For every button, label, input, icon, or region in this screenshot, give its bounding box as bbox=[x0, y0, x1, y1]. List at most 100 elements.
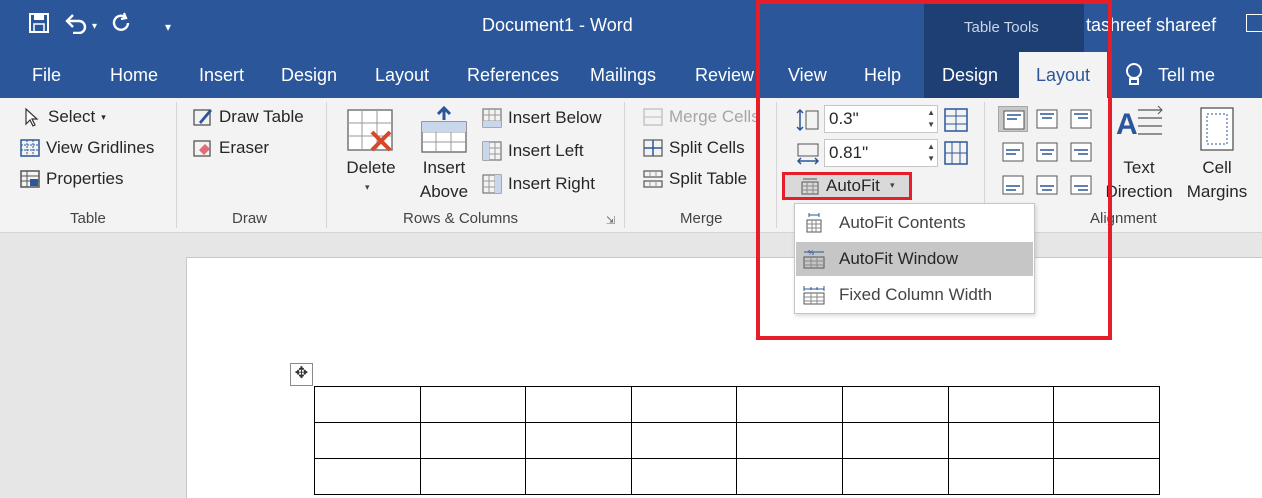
table-cell[interactable] bbox=[630, 458, 738, 495]
dialog-launcher-icon[interactable]: ⇲ bbox=[606, 214, 615, 227]
insert-below-button[interactable]: Insert Below bbox=[482, 108, 602, 128]
insert-above-icon bbox=[420, 105, 468, 156]
table-cell[interactable] bbox=[947, 386, 1055, 423]
table-cell[interactable] bbox=[1053, 458, 1160, 495]
table-move-handle-icon[interactable]: ✥ bbox=[290, 363, 313, 386]
spinner-arrows-icon[interactable]: ▲ ▼ bbox=[927, 141, 935, 165]
table-cell[interactable] bbox=[736, 458, 843, 495]
menu-item-autofit-contents[interactable]: AutoFit Contents bbox=[796, 206, 1033, 240]
table-cell[interactable] bbox=[630, 422, 738, 459]
align-center-right-icon[interactable] bbox=[1066, 139, 1096, 165]
window-control-icon[interactable] bbox=[1246, 14, 1262, 32]
distribute-columns-icon[interactable] bbox=[944, 141, 968, 165]
insert-above-label-1: Insert bbox=[422, 158, 466, 177]
table-cell[interactable] bbox=[1053, 422, 1160, 459]
tab-review[interactable]: Review bbox=[695, 65, 754, 86]
insert-left-label: Insert Left bbox=[508, 141, 584, 160]
svg-text:A: A bbox=[1116, 108, 1138, 141]
draw-table-button[interactable]: Draw Table bbox=[193, 107, 304, 127]
table-cell[interactable] bbox=[1053, 386, 1160, 423]
delete-button[interactable]: Delete bbox=[344, 156, 398, 180]
tab-layout[interactable]: Layout bbox=[375, 65, 429, 86]
customize-qat-icon[interactable]: ▾ bbox=[165, 14, 171, 40]
user-name[interactable]: tashreef shareef bbox=[1086, 15, 1216, 36]
table-cell[interactable] bbox=[419, 422, 527, 459]
cell-margins-button[interactable]: Cell Margins bbox=[1182, 156, 1252, 204]
document-table[interactable] bbox=[314, 386, 1160, 495]
table-cell[interactable] bbox=[841, 386, 949, 423]
align-top-left-icon[interactable] bbox=[998, 106, 1028, 132]
menu-item-fixed-column-width[interactable]: Fixed Column Width bbox=[796, 278, 1033, 312]
align-bottom-center-icon[interactable] bbox=[1032, 172, 1062, 198]
tab-view[interactable]: View bbox=[788, 65, 827, 86]
chevron-down-icon: ▾ bbox=[365, 182, 370, 192]
menu-item-label: AutoFit Contents bbox=[839, 213, 966, 232]
table-cell[interactable] bbox=[525, 422, 632, 459]
table-cell[interactable] bbox=[841, 458, 949, 495]
split-cells-label: Split Cells bbox=[669, 138, 745, 157]
select-button[interactable]: Select ▾ bbox=[22, 107, 106, 127]
align-top-right-icon[interactable] bbox=[1066, 106, 1096, 132]
tab-help[interactable]: Help bbox=[864, 65, 901, 86]
redo-icon[interactable] bbox=[111, 12, 133, 41]
group-separator bbox=[624, 102, 625, 228]
split-cells-button[interactable]: Split Cells bbox=[643, 138, 745, 158]
menu-item-autofit-window[interactable]: % AutoFit Window bbox=[796, 242, 1033, 276]
table-cell[interactable] bbox=[736, 386, 843, 423]
cell-margins-icon bbox=[1199, 106, 1235, 152]
table-cell[interactable] bbox=[419, 458, 527, 495]
tab-design[interactable]: Design bbox=[281, 65, 337, 86]
table-cell[interactable] bbox=[947, 458, 1055, 495]
text-direction-button[interactable]: Text Direction bbox=[1100, 156, 1178, 204]
insert-left-button[interactable]: Insert Left bbox=[482, 141, 584, 161]
table-cell[interactable] bbox=[525, 458, 632, 495]
row-height-icon bbox=[796, 108, 820, 132]
merge-cells-button[interactable]: Merge Cells bbox=[643, 107, 760, 127]
table-cell[interactable] bbox=[419, 386, 527, 423]
undo-icon[interactable] bbox=[64, 12, 88, 41]
table-cell[interactable] bbox=[525, 386, 632, 423]
tab-table-layout[interactable]: Layout bbox=[1019, 52, 1107, 98]
align-center-left-icon[interactable] bbox=[998, 139, 1028, 165]
group-separator bbox=[176, 102, 177, 228]
table-cell[interactable] bbox=[947, 422, 1055, 459]
properties-label: Properties bbox=[46, 169, 124, 188]
eraser-label: Eraser bbox=[219, 138, 270, 157]
properties-button[interactable]: Properties bbox=[20, 169, 123, 189]
autofit-window-icon: % bbox=[803, 248, 825, 270]
insert-right-button[interactable]: Insert Right bbox=[482, 174, 595, 194]
tab-insert[interactable]: Insert bbox=[199, 65, 244, 86]
align-bottom-left-icon[interactable] bbox=[998, 172, 1028, 198]
table-cell[interactable] bbox=[314, 422, 421, 459]
insert-above-button[interactable]: Insert Above bbox=[410, 156, 478, 204]
row-height-field[interactable]: 0.3" ▲ ▼ bbox=[824, 105, 938, 133]
save-icon[interactable] bbox=[28, 12, 50, 41]
lightbulb-icon[interactable] bbox=[1124, 62, 1144, 88]
tab-home[interactable]: Home bbox=[110, 65, 158, 86]
split-table-button[interactable]: Split Table bbox=[643, 169, 747, 189]
tab-references[interactable]: References bbox=[467, 65, 559, 86]
column-width-field[interactable]: 0.81" ▲ ▼ bbox=[824, 139, 938, 167]
table-cell[interactable] bbox=[314, 458, 421, 495]
align-center-icon[interactable] bbox=[1032, 139, 1062, 165]
table-cell[interactable] bbox=[841, 422, 949, 459]
tab-table-design[interactable]: Design bbox=[942, 65, 998, 86]
align-top-center-icon[interactable] bbox=[1032, 106, 1062, 132]
table-cell[interactable] bbox=[630, 386, 738, 423]
tab-file[interactable]: File bbox=[32, 65, 61, 86]
delete-table-icon bbox=[346, 106, 396, 156]
title-bar: ▾ ▾ Document1 - Word Table Tools tashree… bbox=[0, 0, 1262, 52]
spinner-arrows-icon[interactable]: ▲ ▼ bbox=[927, 107, 935, 131]
table-cell[interactable] bbox=[736, 422, 843, 459]
insert-above-label-2: Above bbox=[419, 182, 469, 201]
undo-dropdown-icon[interactable]: ▾ bbox=[92, 14, 97, 40]
autofit-button[interactable]: AutoFit ▾ bbox=[782, 172, 912, 200]
eraser-icon bbox=[193, 138, 213, 158]
align-bottom-right-icon[interactable] bbox=[1066, 172, 1096, 198]
table-cell[interactable] bbox=[314, 386, 421, 423]
tab-mailings[interactable]: Mailings bbox=[590, 65, 656, 86]
distribute-rows-icon[interactable] bbox=[944, 108, 968, 132]
view-gridlines-button[interactable]: View Gridlines bbox=[20, 138, 154, 158]
eraser-button[interactable]: Eraser bbox=[193, 138, 269, 158]
tell-me-search[interactable]: Tell me bbox=[1158, 65, 1215, 86]
